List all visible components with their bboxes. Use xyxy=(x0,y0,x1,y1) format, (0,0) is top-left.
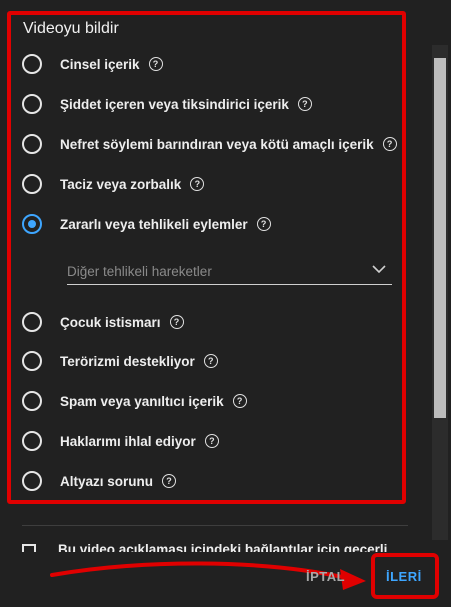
help-icon[interactable]: ? xyxy=(232,394,247,408)
next-button[interactable]: İLERİ xyxy=(386,569,422,584)
help-icon[interactable]: ? xyxy=(204,434,219,448)
option-label: Terörizmi destekliyor xyxy=(60,353,195,369)
option-label: Spam veya yanıltıcı içerik xyxy=(60,393,224,409)
option-label: Altyazı sorunu xyxy=(60,473,154,489)
scrollbar-thumb[interactable] xyxy=(434,58,446,418)
divider xyxy=(22,525,408,526)
option-hate-speech[interactable]: Nefret söylemi barındıran veya kötü amaç… xyxy=(22,131,397,157)
help-icon[interactable]: ? xyxy=(203,354,218,368)
dialog-title: Videoyu bildir xyxy=(23,20,119,37)
help-icon[interactable]: ? xyxy=(297,97,312,111)
radio-icon[interactable] xyxy=(22,174,42,194)
option-child-abuse[interactable]: Çocuk istismarı ? xyxy=(22,309,184,335)
help-icon[interactable]: ? xyxy=(382,137,397,151)
option-promotes-terrorism[interactable]: Terörizmi destekliyor ? xyxy=(22,348,218,374)
dropdown-placeholder: Diğer tehlikeli hareketler xyxy=(67,263,212,279)
option-label: Haklarımı ihlal ediyor xyxy=(60,433,196,449)
option-harmful-acts[interactable]: Zararlı veya tehlikeli eylemler ? xyxy=(22,211,271,237)
option-infringes-rights[interactable]: Haklarımı ihlal ediyor ? xyxy=(22,428,219,454)
radio-icon[interactable] xyxy=(22,54,42,74)
option-label: Zararlı veya tehlikeli eylemler xyxy=(60,216,248,232)
option-spam[interactable]: Spam veya yanıltıcı içerik ? xyxy=(22,388,247,414)
option-label: Çocuk istismarı xyxy=(60,314,161,330)
help-icon[interactable]: ? xyxy=(148,57,163,71)
help-icon[interactable]: ? xyxy=(256,217,271,231)
radio-icon[interactable] xyxy=(22,391,42,411)
option-label: Cinsel içerik xyxy=(60,56,140,72)
help-icon[interactable]: ? xyxy=(162,474,177,488)
radio-icon[interactable] xyxy=(22,351,42,371)
chevron-down-icon xyxy=(372,265,386,274)
option-captions-issue[interactable]: Altyazı sorunu ? xyxy=(22,468,177,494)
radio-icon[interactable] xyxy=(22,431,42,451)
radio-icon[interactable] xyxy=(22,94,42,114)
help-icon[interactable]: ? xyxy=(169,315,184,329)
cancel-button[interactable]: İPTAL xyxy=(306,569,345,584)
option-label: Taciz veya zorbalık xyxy=(60,176,182,192)
radio-icon[interactable] xyxy=(22,134,42,154)
radio-icon[interactable] xyxy=(22,471,42,491)
option-label: Nefret söylemi barındıran veya kötü amaç… xyxy=(60,136,374,152)
report-video-dialog: Videoyu bildir Cinsel içerik ? Şiddet iç… xyxy=(0,0,451,607)
help-icon[interactable]: ? xyxy=(190,177,205,191)
subcategory-dropdown[interactable]: Diğer tehlikeli hareketler xyxy=(67,258,392,285)
option-harassment[interactable]: Taciz veya zorbalık ? xyxy=(22,171,205,197)
option-label: Şiddet içeren veya tiksindirici içerik xyxy=(60,96,289,112)
option-sexual-content[interactable]: Cinsel içerik ? xyxy=(22,51,163,77)
option-violent-content[interactable]: Şiddet içeren veya tiksindirici içerik ? xyxy=(22,91,312,117)
radio-icon[interactable] xyxy=(22,312,42,332)
radio-icon[interactable] xyxy=(22,214,42,234)
